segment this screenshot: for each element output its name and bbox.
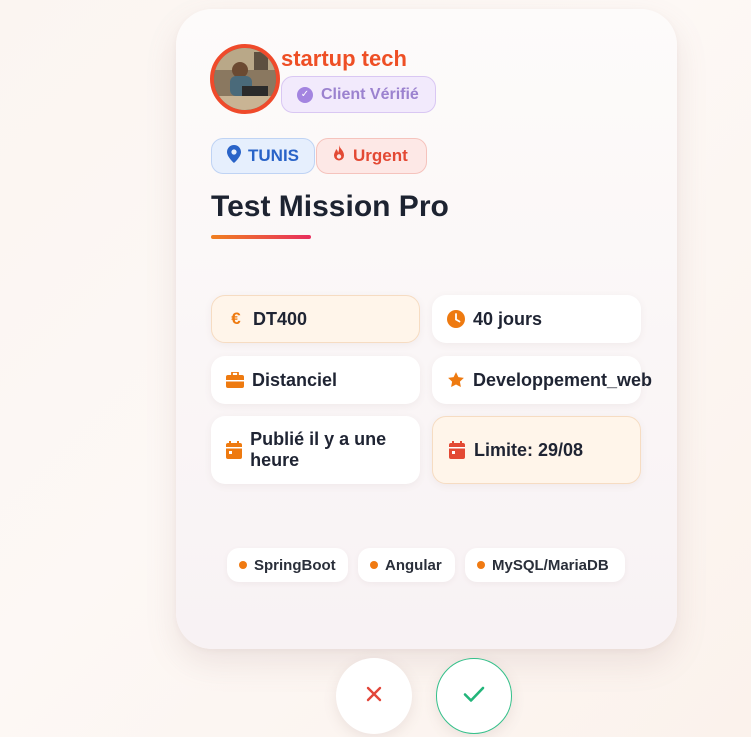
euro-icon: €: [231, 309, 241, 328]
clock-icon: [447, 310, 465, 328]
location-label: TUNIS: [248, 146, 299, 165]
accept-button[interactable]: [436, 658, 512, 734]
close-icon: [365, 685, 383, 708]
calendar-icon: [448, 441, 466, 459]
star-icon: [447, 371, 465, 389]
urgent-tag: Urgent: [316, 138, 427, 174]
skill-dot: [477, 561, 485, 569]
check-icon: [463, 685, 485, 708]
duration-value: 40 jours: [473, 308, 543, 329]
skill-chip: MySQL/MariaDB: [465, 548, 625, 582]
published-field: Publié il y a une heure: [211, 416, 420, 484]
briefcase-icon: [226, 372, 244, 388]
category-field: Developpement_web: [432, 356, 652, 404]
published-value: Publié il y a une heure: [250, 429, 387, 470]
deadline-value: Limite: 29/08: [474, 439, 584, 460]
skill-label: SpringBoot: [254, 556, 336, 574]
title-underline: [211, 235, 311, 239]
duration-field: 40 jours: [432, 295, 641, 343]
work-mode-value: Distanciel: [252, 369, 338, 390]
verified-check-icon: ✓: [297, 86, 313, 103]
skill-chip: SpringBoot: [227, 548, 348, 582]
skill-label: Angular: [385, 556, 442, 574]
flame-icon: [332, 145, 346, 167]
skill-chip: Angular: [358, 548, 455, 582]
urgent-label: Urgent: [353, 146, 408, 165]
reject-button[interactable]: [336, 658, 412, 734]
category-value: Developpement_web: [473, 369, 653, 390]
company-name: startup tech: [281, 46, 407, 71]
client-avatar: [210, 44, 280, 114]
verified-badge: ✓ Client Vérifié: [281, 76, 436, 113]
skill-label: MySQL/MariaDB: [492, 556, 609, 574]
avatar-image: [214, 48, 276, 110]
deadline-field: Limite: 29/08: [432, 416, 641, 484]
map-pin-icon: [227, 144, 241, 168]
mission-title: Test Mission Pro: [211, 190, 449, 223]
verified-label: Client Vérifié: [321, 85, 419, 103]
mission-card[interactable]: startup tech ✓ Client Vérifié TUNIS Urge…: [176, 9, 677, 649]
work-mode-field: Distanciel: [211, 356, 420, 404]
skill-dot: [370, 561, 378, 569]
location-tag: TUNIS: [211, 138, 315, 174]
budget-field: € DT400: [211, 295, 420, 343]
budget-value: DT400: [253, 308, 308, 329]
calendar-icon: [226, 441, 243, 459]
skill-dot: [239, 561, 247, 569]
